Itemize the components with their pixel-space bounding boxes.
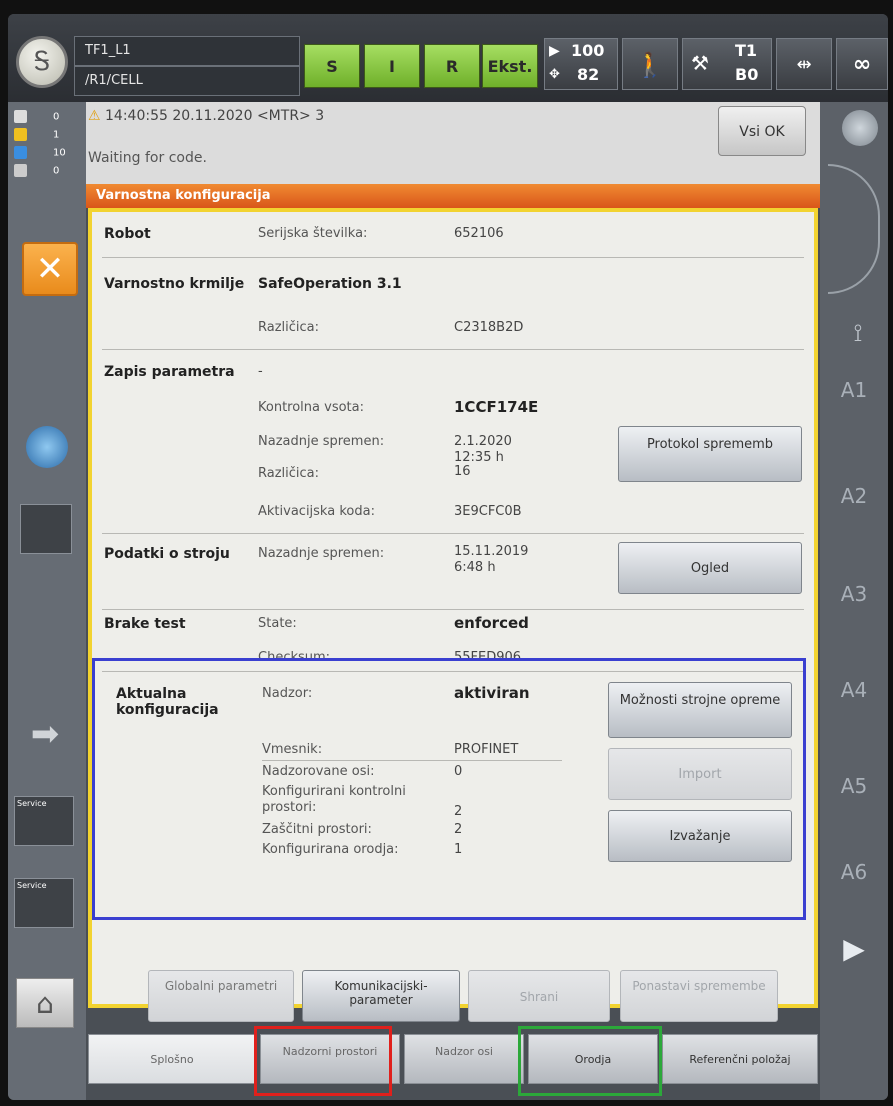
serial-key: Serijska številka:: [258, 226, 368, 241]
axis-a4[interactable]: A4: [820, 678, 888, 702]
annotation-blue-box: [92, 658, 806, 920]
message-text: Waiting for code.: [88, 150, 207, 166]
play-icon: ▶: [549, 43, 560, 59]
save-button[interactable]: Shrani: [468, 970, 610, 1022]
drives-status[interactable]: I: [364, 44, 420, 88]
operating-mode-status[interactable]: Ekst.: [482, 44, 538, 88]
coordinate-system-icon[interactable]: ⟟: [838, 319, 878, 347]
params-version-key: Različica:: [258, 466, 320, 481]
service-button-2[interactable]: Service: [14, 878, 74, 928]
communication-params-button[interactable]: Komunikacijski-parameter: [302, 970, 460, 1022]
axis-a5[interactable]: A5: [820, 774, 888, 798]
teach-pendant-screen: Ꭶ TF1_L1 /R1/CELL S I R Ekst. ▶ 100 ✥ 82…: [8, 14, 888, 1100]
robot-interpreter-status[interactable]: R: [424, 44, 480, 88]
activation-key: Aktivacijska koda:: [258, 504, 375, 519]
last-change-key: Nazadnje spremen:: [258, 434, 385, 449]
incremental-jog-icon[interactable]: ⇹: [776, 38, 832, 90]
axis-a2[interactable]: A2: [820, 484, 888, 508]
msg-count-info[interactable]: 10: [14, 146, 68, 163]
checksum-key: Kontrolna vsota:: [258, 400, 364, 415]
warning-icon: ⚠: [88, 108, 101, 124]
last-change-time: 12:35 h: [454, 450, 504, 465]
brake-label: Brake test: [104, 616, 186, 632]
program-override-value: 100: [571, 41, 605, 60]
annotation-red-box: [254, 1026, 392, 1096]
controller-label: Varnostno krmilje: [104, 276, 245, 292]
message-header: ⚠ 14:40:55 20.11.2020 <MTR> 3: [88, 108, 324, 124]
checksum-value: 1CCF174E: [454, 398, 539, 416]
section-parameters: Zapis parametra - Kontrolna vsota: 1CCF1…: [102, 350, 804, 534]
machine-last-time: 6:48 h: [454, 560, 496, 575]
last-change-date: 2.1.2020: [454, 434, 512, 449]
info-message-icon: [14, 146, 27, 159]
axis-a6[interactable]: A6: [820, 860, 888, 884]
clock-icon[interactable]: [20, 504, 72, 554]
base-value: B0: [735, 65, 759, 84]
brake-state-value: enforced: [454, 614, 529, 632]
section-controller: Varnostno krmilje SafeOperation 3.1 Razl…: [102, 258, 804, 350]
gear-icon[interactable]: [26, 426, 68, 468]
close-icon: ✕: [35, 249, 65, 289]
controller-name: SafeOperation 3.1: [258, 276, 402, 292]
globe-icon[interactable]: [842, 110, 878, 146]
message-time: 14:40:55 20.11.2020 <MTR> 3: [105, 108, 325, 124]
submit-interpreter-status[interactable]: S: [304, 44, 360, 88]
window-title: Varnostna konfiguracija: [86, 184, 820, 208]
acknowledge-all-button[interactable]: Vsi OK: [718, 106, 806, 156]
dialog-message-icon: [14, 164, 27, 177]
infinity-jog-button[interactable]: ∞: [836, 38, 888, 90]
section-machine-data: Podatki o stroju Nazadnje spremen: 15.11…: [102, 534, 804, 610]
axis-a1[interactable]: A1: [820, 378, 888, 402]
params-label: Zapis parametra: [104, 364, 235, 380]
home-button[interactable]: ⌂: [16, 978, 74, 1028]
msg-count-warning[interactable]: 1: [14, 128, 68, 145]
walking-person-icon[interactable]: 🚶: [622, 38, 678, 90]
section-robot: Robot Serijska številka: 652106: [102, 212, 804, 258]
machine-last-key: Nazadnje spremen:: [258, 546, 385, 561]
serial-value: 652106: [454, 226, 504, 241]
tool-value: T1: [735, 41, 758, 60]
override-button[interactable]: ▶ 100 ✥ 82: [544, 38, 618, 90]
params-version-value: 16: [454, 464, 471, 479]
axis-a3[interactable]: A3: [820, 582, 888, 606]
cell-path: /R1/CELL: [74, 66, 300, 96]
global-params-button[interactable]: Globalni parametri: [148, 970, 294, 1022]
reset-changes-button[interactable]: Ponastavi spremembe: [620, 970, 778, 1022]
logo-icon: Ꭶ: [33, 47, 51, 77]
tab-axis-monitoring[interactable]: Nadzor osi: [404, 1034, 524, 1084]
change-log-button[interactable]: Protokol sprememb: [618, 426, 802, 482]
jog-icon: ✥: [549, 67, 560, 82]
msg-count-dialog[interactable]: 0: [14, 164, 68, 181]
home-icon: ⌂: [36, 987, 54, 1020]
tab-general[interactable]: Splošno: [88, 1034, 256, 1084]
kuka-logo-button[interactable]: Ꭶ: [16, 36, 68, 88]
brake-state-key: State:: [258, 616, 297, 631]
arrow-right-icon[interactable]: ➡: [16, 714, 74, 754]
robot-arm-icon: ⚒: [691, 51, 709, 75]
machine-label: Podatki o stroju: [104, 546, 230, 562]
next-arrow-icon[interactable]: ▶: [834, 932, 874, 965]
params-dash: -: [258, 364, 263, 379]
activation-value: 3E9CFC0B: [454, 504, 522, 519]
service-button-1[interactable]: Service: [14, 796, 74, 846]
robot-name: TF1_L1: [74, 36, 300, 66]
annotation-green-box: [518, 1026, 662, 1096]
jog-override-value: 82: [577, 65, 600, 84]
machine-last-date: 15.11.2019: [454, 544, 529, 559]
tab-reference-position[interactable]: Referenčni položaj: [662, 1034, 818, 1084]
warning-message-icon: [14, 128, 27, 141]
tool-base-button[interactable]: ⚒ T1 B0: [682, 38, 772, 90]
ack-message-icon: [14, 110, 27, 123]
robot-label: Robot: [104, 226, 151, 242]
msg-count-ack[interactable]: 0: [14, 110, 68, 127]
controller-version-value: C2318B2D: [454, 320, 524, 335]
view-button[interactable]: Ogled: [618, 542, 802, 594]
close-window-button[interactable]: ✕: [22, 242, 78, 296]
controller-version-key: Različica:: [258, 320, 320, 335]
